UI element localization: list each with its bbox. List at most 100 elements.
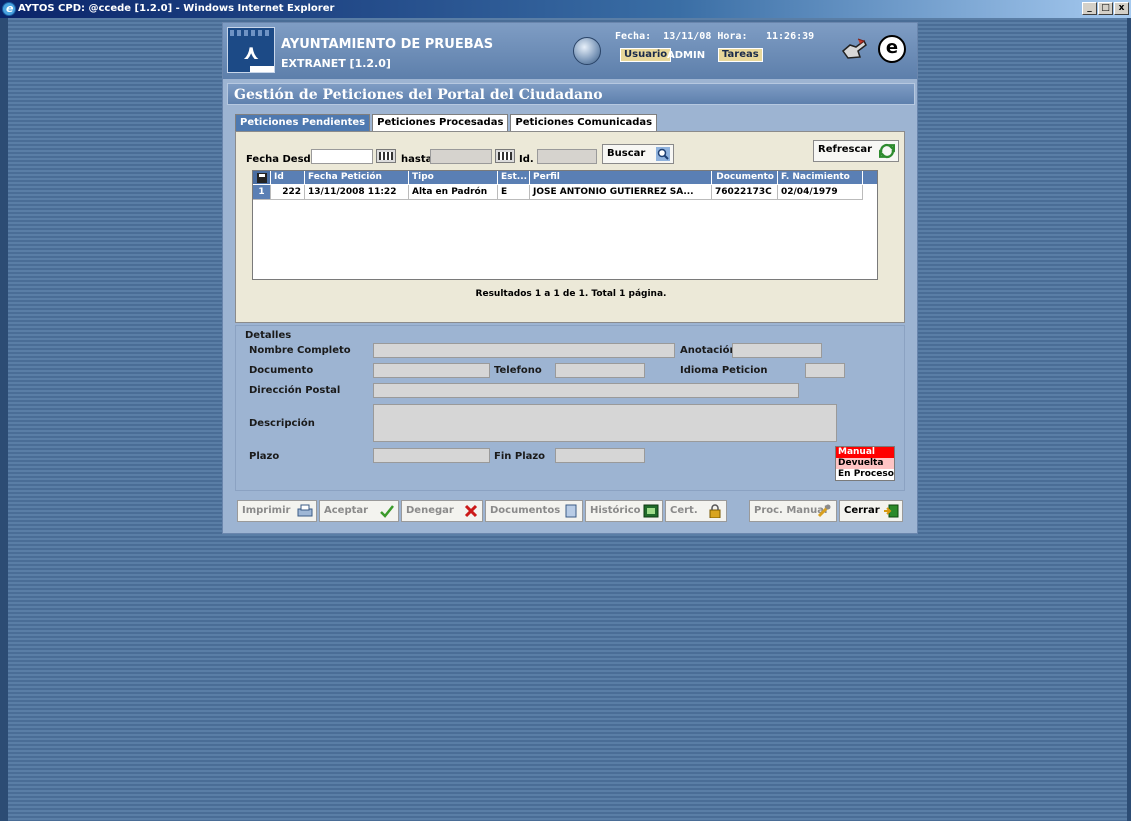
exit-door-icon [884, 504, 899, 518]
window-right-frame [1127, 18, 1131, 821]
hand-icon[interactable] [840, 37, 868, 61]
app-version: EXTRANET [1.2.0] [281, 57, 391, 70]
window-controls: _ □ x [1082, 2, 1129, 15]
cell-fecha: 13/11/2008 11:22 [305, 185, 409, 199]
telefono-label: Telefono [494, 365, 542, 376]
hora-label: Hora: [717, 31, 748, 42]
globe-icon[interactable] [573, 37, 601, 65]
fecha-label: Fecha: [615, 31, 652, 42]
aceptar-label: Aceptar [324, 505, 369, 516]
printer-icon [297, 504, 313, 517]
hora-value: 11:26:39 [766, 31, 815, 42]
telefono-field[interactable] [555, 363, 645, 378]
id-label: Id. [519, 154, 534, 165]
action-bar: Imprimir Aceptar Denegar Documentos Hist… [235, 497, 919, 525]
window-left-frame [0, 18, 8, 821]
calendar-icon[interactable] [376, 149, 396, 163]
column-header-tipo[interactable]: Tipo [409, 171, 498, 184]
cross-icon [464, 504, 478, 518]
cert-label: Cert. [670, 505, 698, 516]
cell-nacimiento: 02/04/1979 [778, 185, 863, 199]
cell-documento: 76022173C [712, 185, 778, 199]
save-icon [257, 173, 267, 183]
app-header: ⋏ AYUNTAMIENTO DE PRUEBAS EXTRANET [1.2.… [223, 23, 917, 79]
idioma-label: Idioma Peticion [680, 365, 768, 376]
exit-e-icon[interactable]: e [878, 35, 906, 63]
usuario-button[interactable]: Usuario [620, 48, 672, 62]
lock-icon [709, 504, 721, 518]
documentos-button[interactable]: Documentos [485, 500, 583, 522]
cerrar-button[interactable]: Cerrar [839, 500, 903, 522]
history-icon [643, 504, 659, 518]
column-header-documento[interactable]: Documento [712, 171, 778, 184]
tareas-button[interactable]: Tareas [718, 48, 763, 62]
fecha-desde-input[interactable] [311, 149, 373, 164]
document-icon [565, 504, 577, 518]
maximize-button[interactable]: □ [1098, 2, 1113, 15]
cell-tipo: Alta en Padrón [409, 185, 498, 199]
app-container: ⋏ AYUNTAMIENTO DE PRUEBAS EXTRANET [1.2.… [222, 22, 918, 534]
table-header-save[interactable] [253, 171, 271, 184]
window-title: AYTOS CPD: @ccede [1.2.0] - Windows Inte… [18, 3, 335, 14]
column-header-estado[interactable]: Est... [498, 171, 530, 184]
column-header-perfil[interactable]: Perfil [530, 171, 712, 184]
anotacion-label: Anotación [680, 345, 737, 356]
nombre-field[interactable] [373, 343, 675, 358]
cert-button[interactable]: Cert. [665, 500, 727, 522]
details-section-label: Detalles [245, 330, 292, 341]
window-titlebar: AYTOS CPD: @ccede [1.2.0] - Windows Inte… [0, 0, 1131, 18]
fecha-value: 13/11/08 [663, 31, 712, 42]
tab-peticiones-comunicadas[interactable]: Peticiones Comunicadas [510, 114, 658, 132]
refrescar-label: Refrescar [818, 144, 873, 155]
denegar-button[interactable]: Denegar [401, 500, 483, 522]
id-input[interactable] [537, 149, 597, 164]
anotacion-field[interactable] [732, 343, 822, 358]
aceptar-button[interactable]: Aceptar [319, 500, 399, 522]
org-logo: ⋏ [227, 27, 275, 73]
refrescar-button[interactable]: Refrescar [813, 140, 899, 162]
denegar-label: Denegar [406, 505, 454, 516]
logo-mark-icon: ⋏ [243, 40, 260, 64]
hasta-label: hasta [401, 154, 433, 165]
plazo-field[interactable] [373, 448, 490, 463]
tab-peticiones-pendientes[interactable]: Peticiones Pendientes [235, 114, 371, 132]
legend-en-proceso: En Proceso [836, 469, 894, 480]
legend-devuelta: Devuelta [836, 458, 894, 469]
results-summary: Resultados 1 a 1 de 1. Total 1 página. [475, 289, 667, 299]
peticiones-table: Id Fecha Petición Tipo Est... Perfil Doc… [252, 170, 878, 280]
fin-plazo-label: Fin Plazo [494, 451, 546, 462]
details-panel: Detalles Nombre Completo Anotación Docum… [235, 325, 905, 491]
row-divider [253, 199, 863, 200]
buscar-button[interactable]: Buscar [602, 144, 674, 164]
cell-estado: E [498, 185, 530, 199]
calendar-icon[interactable] [495, 149, 515, 163]
status-legend: Manual Devuelta En Proceso [835, 446, 895, 481]
tab-peticiones-procesadas[interactable]: Peticiones Procesadas [372, 114, 509, 132]
fecha-desde-label: Fecha Desde [246, 154, 318, 165]
cell-perfil: JOSE ANTONIO GUTIERREZ SA... [530, 185, 712, 199]
hasta-input[interactable] [430, 149, 492, 164]
ie-icon [2, 0, 16, 18]
plazo-label: Plazo [249, 451, 280, 462]
minimize-button[interactable]: _ [1082, 2, 1097, 15]
legend-manual: Manual [836, 447, 894, 458]
refresh-icon [879, 143, 895, 159]
idioma-field[interactable] [805, 363, 845, 378]
imprimir-button[interactable]: Imprimir [237, 500, 317, 522]
documento-field[interactable] [373, 363, 490, 378]
close-window-button[interactable]: x [1114, 2, 1129, 15]
direccion-label: Dirección Postal [249, 385, 341, 396]
check-icon [380, 505, 394, 518]
column-header-id[interactable]: Id [271, 171, 305, 184]
imprimir-label: Imprimir [242, 505, 291, 516]
buscar-label: Buscar [607, 148, 646, 159]
historico-button[interactable]: Histórico [585, 500, 663, 522]
direccion-field[interactable] [373, 383, 799, 398]
descripcion-label: Descripción [249, 418, 315, 429]
fin-plazo-field[interactable] [555, 448, 645, 463]
proc-manual-button[interactable]: Proc. Manual [749, 500, 837, 522]
descripcion-field[interactable] [373, 404, 837, 442]
column-header-fecha[interactable]: Fecha Petición [305, 171, 409, 184]
pendientes-panel: Fecha Desde hasta Id. Buscar Refrescar I… [235, 131, 905, 323]
column-header-nacimiento[interactable]: F. Nacimiento [778, 171, 863, 184]
